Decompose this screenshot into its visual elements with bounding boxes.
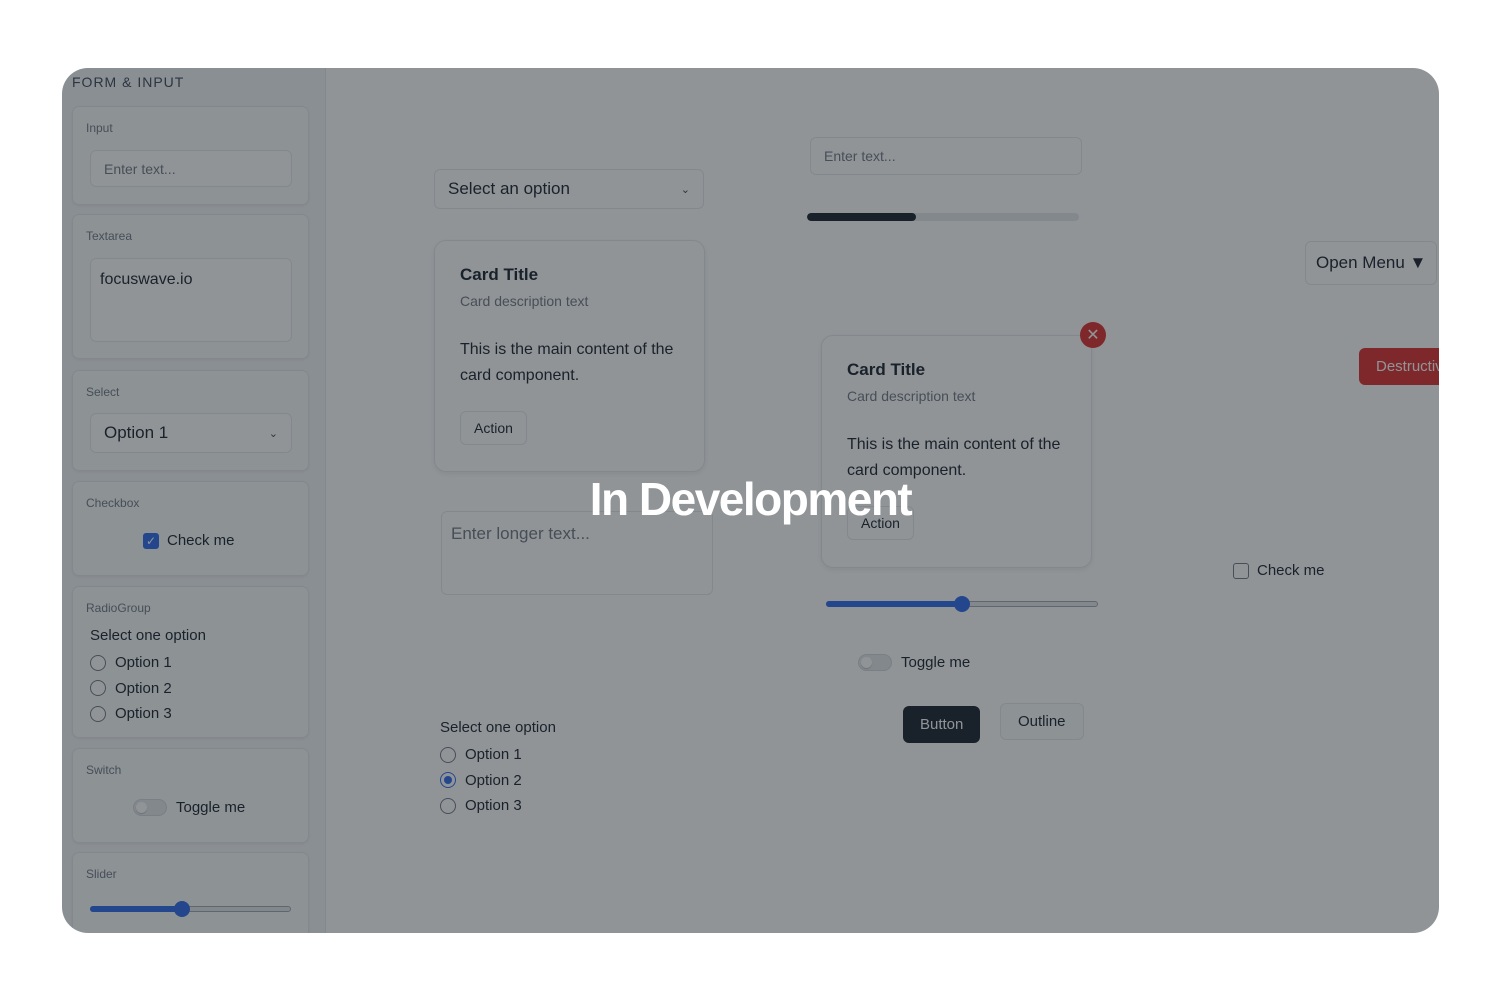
sidebar: FORM & INPUT Input Enter text... Textare… xyxy=(62,68,326,933)
main-checkbox-text: Check me xyxy=(1257,562,1325,579)
sidebar-slider[interactable] xyxy=(90,901,291,917)
sidebar-checkbox-text: Check me xyxy=(167,532,235,549)
panel-slider: Slider xyxy=(72,852,309,933)
main-textarea-placeholder: Enter longer text... xyxy=(451,524,590,543)
chevron-down-icon: ⌄ xyxy=(268,427,278,440)
radio-icon[interactable] xyxy=(440,746,456,763)
outline-button[interactable]: Outline xyxy=(1000,703,1084,740)
main-canvas: Select an option ⌄ Enter text... Card Ti… xyxy=(326,68,1439,933)
panel-label-slider: Slider xyxy=(86,867,117,881)
panel-textarea: Textarea focuswave.io xyxy=(72,214,309,359)
sidebar-switch-row[interactable]: Toggle me xyxy=(133,799,245,816)
main-radio-option-1[interactable]: Option 1 xyxy=(440,742,556,768)
panel-label-select: Select xyxy=(86,385,120,399)
radio-icon[interactable] xyxy=(90,705,106,722)
card-2: Card Title Card description text This is… xyxy=(821,335,1092,568)
main-switch-text: Toggle me xyxy=(901,654,971,671)
sidebar-textarea-value: focuswave.io xyxy=(100,271,193,288)
panel-input: Input Enter text... xyxy=(72,106,309,205)
panel-checkbox: Checkbox ✓ Check me xyxy=(72,481,309,576)
main-radio-option-3[interactable]: Option 3 xyxy=(440,793,556,819)
sidebar-input-placeholder: Enter text... xyxy=(104,160,176,177)
main-select-value: Select an option xyxy=(448,179,570,198)
sidebar-radio-title: Select one option xyxy=(90,627,206,644)
sidebar-radio-option-1[interactable]: Option 1 xyxy=(90,650,206,676)
panel-radiogroup: RadioGroup Select one option Option 1 Op… xyxy=(72,586,309,738)
card-title: Card Title xyxy=(460,265,539,284)
panel-select: Select Option 1 ⌄ xyxy=(72,370,309,471)
slider-thumb[interactable] xyxy=(174,901,191,917)
open-menu-button[interactable]: Open Menu ▼ xyxy=(1305,241,1438,285)
close-icon[interactable]: ✕ xyxy=(1080,322,1106,348)
slider-thumb[interactable] xyxy=(954,596,970,612)
card-action-button[interactable]: Action xyxy=(460,411,527,445)
card-body: This is the main content of the card com… xyxy=(460,341,674,384)
sidebar-checkbox-row[interactable]: ✓ Check me xyxy=(143,532,235,549)
slider-fill xyxy=(826,601,962,607)
radio-label: Option 1 xyxy=(115,654,172,672)
main-checkbox-row[interactable]: Check me xyxy=(1233,562,1325,579)
sidebar-textarea[interactable]: focuswave.io xyxy=(90,258,292,342)
toggle-switch[interactable] xyxy=(858,654,892,671)
progress-bar xyxy=(807,213,1079,221)
toggle-switch[interactable] xyxy=(133,799,167,816)
slider-fill xyxy=(90,906,183,912)
radio-icon[interactable] xyxy=(90,680,106,697)
panel-label-input: Input xyxy=(86,121,113,135)
radio-icon[interactable] xyxy=(90,654,106,671)
checkbox-icon[interactable] xyxy=(1233,562,1249,579)
panel-label-textarea: Textarea xyxy=(86,229,133,243)
main-slider[interactable] xyxy=(826,596,1098,612)
radio-label: Option 3 xyxy=(465,797,522,815)
sidebar-select[interactable]: Option 1 ⌄ xyxy=(90,413,292,453)
card-description: Card description text xyxy=(460,293,589,309)
destructive-button[interactable]: Destructive xyxy=(1359,348,1439,385)
sidebar-radio-group: Select one option Option 1 Option 2 Opti… xyxy=(90,627,206,727)
primary-button[interactable]: Button xyxy=(903,706,981,743)
radio-icon[interactable] xyxy=(440,797,456,814)
sidebar-title: FORM & INPUT xyxy=(72,74,185,90)
card-description: Card description text xyxy=(847,388,976,404)
main-radio-option-2[interactable]: Option 2 xyxy=(440,768,556,794)
app-window: FORM & INPUT Input Enter text... Textare… xyxy=(62,68,1439,933)
main-radio-title: Select one option xyxy=(440,719,556,736)
panel-switch: Switch Toggle me xyxy=(72,748,309,843)
panel-label-switch: Switch xyxy=(86,763,122,777)
check-icon[interactable]: ✓ xyxy=(143,532,159,549)
radio-label: Option 1 xyxy=(465,746,522,764)
card-action-button[interactable]: Action xyxy=(847,506,914,540)
sidebar-switch-text: Toggle me xyxy=(176,799,246,816)
main-input-placeholder: Enter text... xyxy=(824,148,896,164)
sidebar-radio-option-3[interactable]: Option 3 xyxy=(90,701,206,727)
main-textarea[interactable]: Enter longer text... xyxy=(441,511,713,595)
radio-label: Option 3 xyxy=(115,705,172,723)
radio-label: Option 2 xyxy=(115,679,172,697)
radio-label: Option 2 xyxy=(465,771,522,789)
main-text-input[interactable]: Enter text... xyxy=(810,137,1082,175)
progress-fill xyxy=(807,213,916,221)
sidebar-text-input[interactable]: Enter text... xyxy=(90,150,292,187)
card-title: Card Title xyxy=(847,360,926,379)
panel-label-checkbox: Checkbox xyxy=(86,496,140,510)
sidebar-radio-option-2[interactable]: Option 2 xyxy=(90,676,206,702)
radio-selected-icon[interactable] xyxy=(440,772,456,789)
main-switch-row[interactable]: Toggle me xyxy=(858,654,970,671)
chevron-down-icon: ⌄ xyxy=(680,183,690,196)
main-select[interactable]: Select an option ⌄ xyxy=(434,169,704,209)
card-body: This is the main content of the card com… xyxy=(847,436,1061,479)
main-radio-group: Select one option Option 1 Option 2 Opti… xyxy=(440,719,556,819)
panel-label-radiogroup: RadioGroup xyxy=(86,601,151,615)
card-1: Card Title Card description text This is… xyxy=(434,240,705,472)
sidebar-select-value: Option 1 xyxy=(104,423,169,442)
